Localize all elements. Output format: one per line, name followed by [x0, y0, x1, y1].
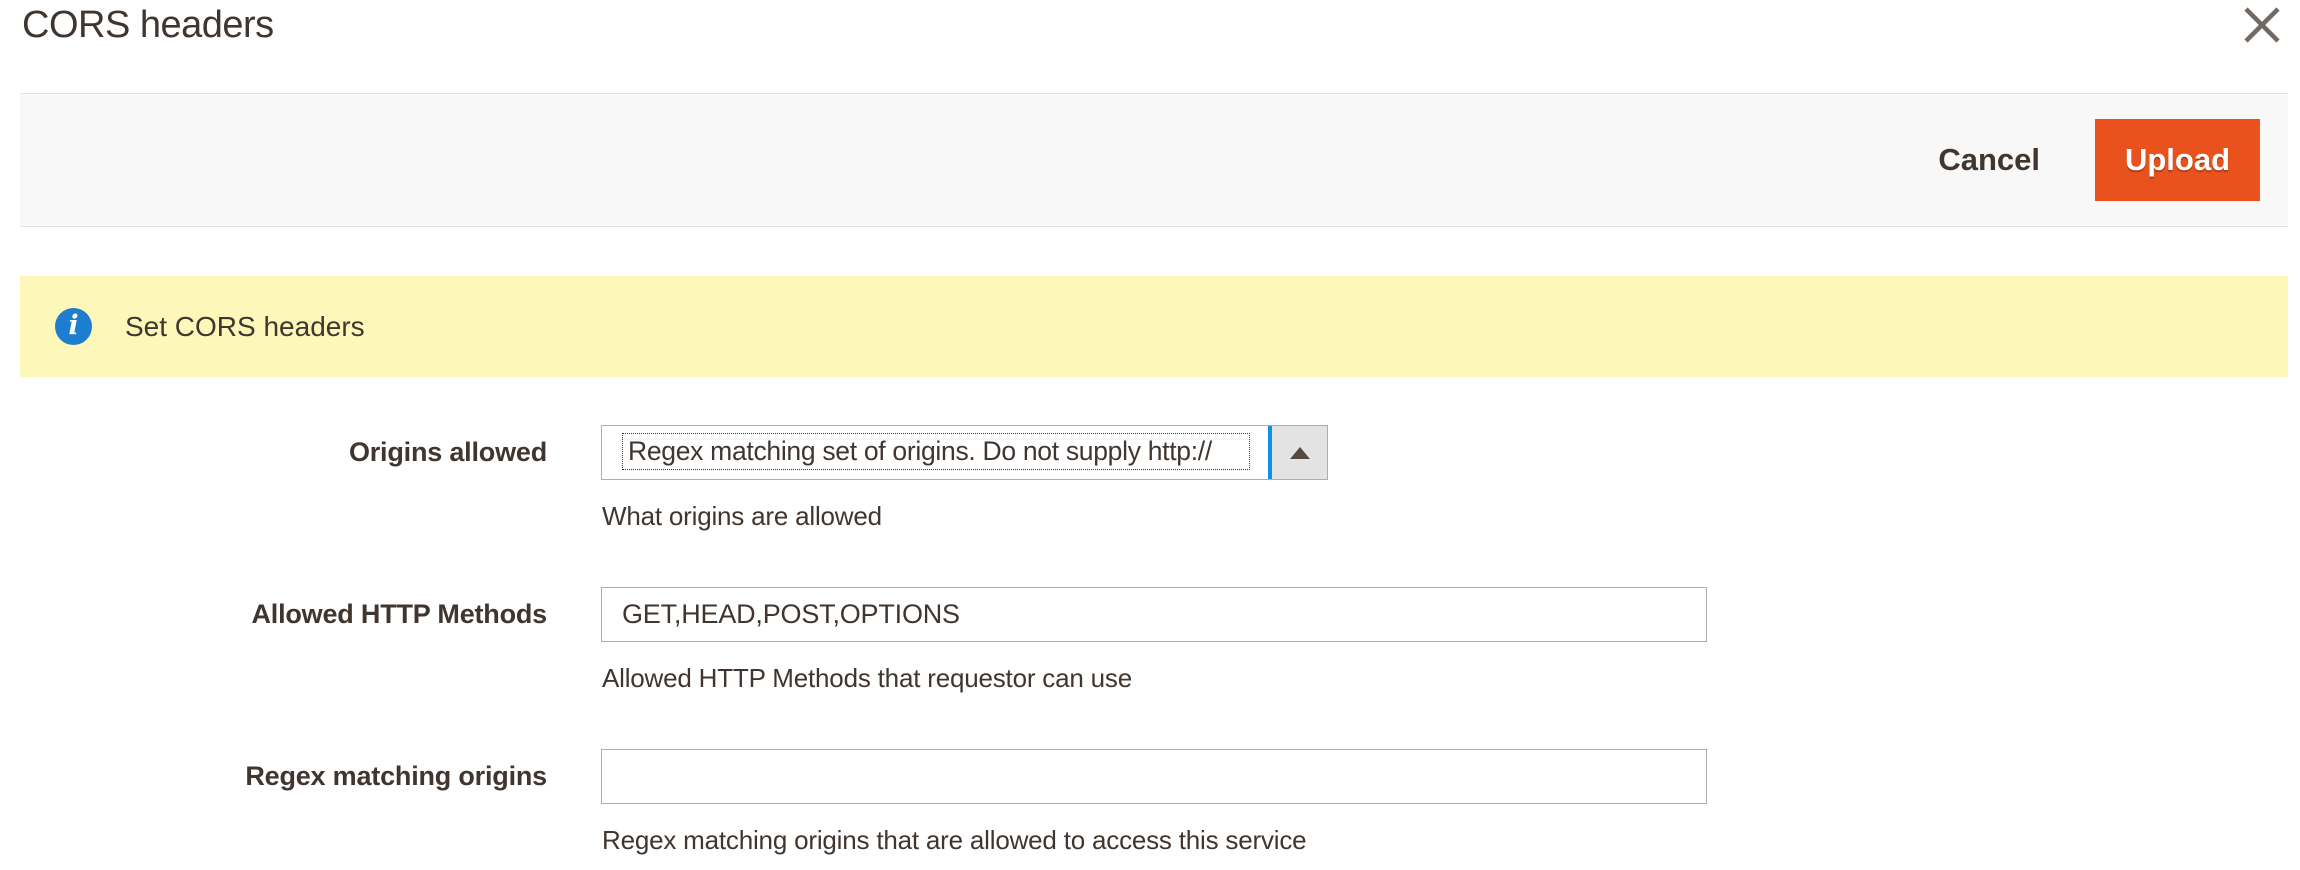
origins-allowed-label: Origins allowed — [0, 425, 547, 532]
origins-allowed-dropdown-button[interactable] — [1272, 426, 1327, 479]
action-toolbar: Cancel Upload — [20, 93, 2288, 227]
regex-matching-origins-input[interactable] — [601, 749, 1707, 804]
info-icon: i — [55, 308, 92, 345]
close-button[interactable] — [2239, 2, 2285, 48]
regex-matching-origins-note: Regex matching origins that are allowed … — [602, 825, 1707, 856]
allowed-http-methods-input[interactable] — [601, 587, 1707, 642]
banner-text: Set CORS headers — [125, 311, 365, 343]
page-title: CORS headers — [22, 4, 274, 47]
origins-allowed-value: Regex matching set of origins. Do not su… — [622, 433, 1250, 470]
upload-button[interactable]: Upload — [2095, 119, 2260, 201]
form-row-origins-allowed: Origins allowed Regex matching set of or… — [0, 425, 2300, 532]
panel-header: CORS headers — [0, 0, 2300, 93]
allowed-http-methods-field: Allowed HTTP Methods that requestor can … — [601, 587, 1707, 694]
form-row-regex-matching-origins: Regex matching origins Regex matching or… — [0, 749, 2300, 856]
origins-allowed-field: Regex matching set of origins. Do not su… — [601, 425, 1328, 532]
info-icon-glyph: i — [68, 312, 78, 339]
regex-matching-origins-label: Regex matching origins — [0, 749, 547, 856]
form-row-allowed-http-methods: Allowed HTTP Methods Allowed HTTP Method… — [0, 587, 2300, 694]
cors-headers-panel: CORS headers Cancel Upload i Set CORS he… — [0, 0, 2300, 870]
chevron-up-icon — [1290, 447, 1310, 459]
cors-form: Origins allowed Regex matching set of or… — [0, 425, 2300, 856]
allowed-http-methods-note: Allowed HTTP Methods that requestor can … — [602, 663, 1707, 694]
origins-allowed-combobox: Regex matching set of origins. Do not su… — [601, 425, 1328, 480]
regex-matching-origins-field: Regex matching origins that are allowed … — [601, 749, 1707, 856]
allowed-http-methods-label: Allowed HTTP Methods — [0, 587, 547, 694]
close-icon — [2239, 2, 2285, 48]
cancel-button[interactable]: Cancel — [1938, 142, 2040, 178]
info-banner: i Set CORS headers — [20, 276, 2288, 377]
origins-allowed-input[interactable]: Regex matching set of origins. Do not su… — [602, 426, 1268, 479]
origins-allowed-note: What origins are allowed — [602, 501, 1328, 532]
